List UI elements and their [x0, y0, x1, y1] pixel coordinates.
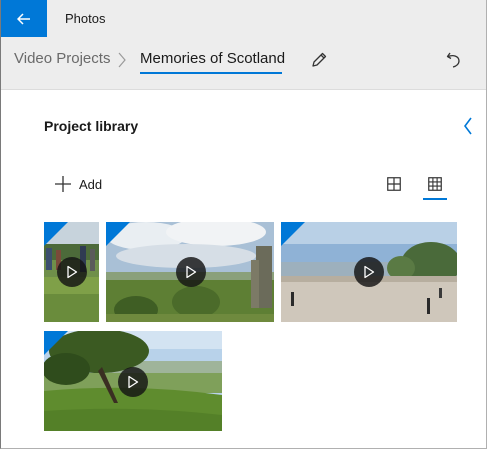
clip-1-corner-marker — [44, 222, 68, 246]
clip-2-corner-marker — [106, 222, 130, 246]
clip-thumbnail-2[interactable] — [106, 222, 274, 322]
add-button[interactable]: Add — [54, 172, 102, 196]
project-library-title: Project library — [44, 118, 139, 134]
back-button[interactable] — [1, 0, 47, 37]
title-bar: Photos — [1, 0, 486, 37]
clip-thumbnail-3[interactable] — [281, 222, 457, 322]
small-thumbnails-button[interactable] — [423, 172, 447, 196]
large-thumbnails-button[interactable] — [382, 172, 406, 196]
chevron-left-icon — [464, 117, 472, 135]
play-icon[interactable] — [118, 367, 148, 397]
pencil-icon — [312, 52, 327, 67]
clip-thumbnail-4[interactable] — [44, 331, 222, 431]
play-icon[interactable] — [57, 257, 87, 287]
clip-3-corner-marker — [281, 222, 305, 246]
breadcrumb-video-projects[interactable]: Video Projects — [14, 50, 110, 67]
collapse-library-button[interactable] — [457, 113, 479, 139]
small-grid-icon — [428, 177, 442, 191]
add-label: Add — [79, 176, 103, 192]
clip-thumbnail-1[interactable] — [44, 222, 99, 322]
large-grid-icon — [387, 177, 401, 191]
undo-icon — [446, 52, 460, 68]
back-arrow-icon — [17, 12, 30, 25]
plus-icon — [55, 176, 71, 192]
chevron-right-icon — [118, 52, 126, 68]
undo-button[interactable] — [441, 47, 467, 73]
play-icon[interactable] — [354, 257, 384, 287]
breadcrumb-active-indicator — [140, 72, 282, 74]
view-active-indicator — [423, 198, 447, 200]
clip-4-corner-marker — [44, 331, 68, 355]
breadcrumb-project-name[interactable]: Memories of Scotland — [140, 50, 285, 67]
breadcrumb: Video Projects Memories of Scotland — [1, 37, 486, 90]
app-title: Photos — [65, 11, 106, 26]
play-icon[interactable] — [176, 257, 206, 287]
photos-window: Photos Video Projects Memories of Scotla… — [0, 0, 487, 449]
rename-project-button[interactable] — [306, 47, 332, 73]
